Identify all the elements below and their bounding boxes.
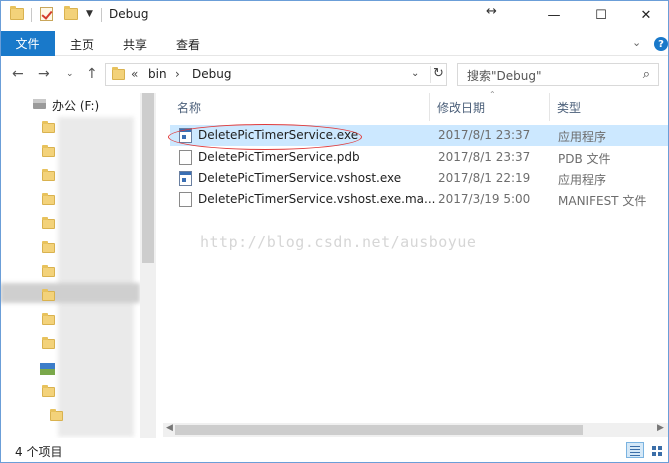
- file-modified: 2017/8/1 23:37: [438, 128, 531, 142]
- file-type: 应用程序: [558, 173, 607, 187]
- scroll-left-icon[interactable]: ◀: [166, 423, 173, 433]
- file-row[interactable]: DeletePicTimerService.pdb 2017/8/1 23:37…: [170, 147, 669, 168]
- drive-label: 办公 (F:): [52, 99, 100, 113]
- breadcrumb-overflow[interactable]: «: [131, 67, 138, 81]
- back-button[interactable]: ←: [12, 66, 24, 82]
- file-type: PDB 文件: [558, 152, 611, 166]
- item-count: 4 个项目: [15, 445, 63, 459]
- properties-icon[interactable]: [40, 7, 53, 21]
- folder-icon[interactable]: [42, 193, 55, 205]
- column-header-modified[interactable]: 修改日期: [437, 99, 485, 116]
- horizontal-scrollbar-thumb[interactable]: [175, 425, 583, 435]
- folder-icon[interactable]: [42, 385, 55, 397]
- column-header-type[interactable]: 类型: [557, 99, 581, 116]
- details-view-icon: [630, 446, 640, 447]
- quick-access-dropdown-icon[interactable]: ▼: [86, 9, 93, 19]
- close-button[interactable]: ✕: [623, 0, 669, 31]
- watermark: http://blog.csdn.net/ausboyue: [200, 233, 477, 251]
- highlight-circle: [168, 124, 362, 150]
- column-divider[interactable]: [429, 93, 430, 121]
- file-name: DeletePicTimerService.pdb: [198, 150, 360, 164]
- maximize-button[interactable]: ☐: [578, 0, 624, 31]
- folder-icon[interactable]: [42, 241, 55, 253]
- folder-icon[interactable]: [42, 169, 55, 181]
- file-type: MANIFEST 文件: [558, 194, 647, 208]
- search-input[interactable]: 搜索"Debug": [467, 67, 542, 84]
- file-modified: 2017/3/19 5:00: [438, 192, 531, 206]
- breadcrumb-separator[interactable]: ›: [175, 67, 180, 81]
- tab-file[interactable]: 文件: [0, 31, 55, 56]
- divider: [101, 8, 102, 22]
- tab-share[interactable]: 共享: [123, 36, 147, 53]
- nav-scrollbar[interactable]: [140, 93, 156, 438]
- file-row[interactable]: DeletePicTimerService.vshost.exe.ma... 2…: [170, 189, 669, 210]
- details-view-button[interactable]: [626, 442, 644, 458]
- drive-item[interactable]: 办公 (F:): [33, 97, 99, 114]
- refresh-icon[interactable]: ↻: [430, 66, 446, 83]
- ribbon: 文件 主页 共享 查看 ⌄ ?: [0, 31, 669, 56]
- drive-icon: [33, 99, 46, 109]
- folder-icon[interactable]: [42, 217, 55, 229]
- column-divider[interactable]: [549, 93, 550, 121]
- document-icon: [179, 192, 192, 207]
- folder-icon: [10, 6, 24, 20]
- blurred-folder-names: [58, 117, 134, 437]
- file-name: DeletePicTimerService.vshost.exe.ma...: [198, 192, 436, 206]
- folder-icon[interactable]: [42, 121, 55, 133]
- breadcrumb-bin[interactable]: bin: [148, 67, 167, 81]
- up-button[interactable]: ↑: [86, 66, 98, 82]
- search-box[interactable]: 搜索"Debug" ⌕: [457, 63, 659, 86]
- horizontal-scrollbar[interactable]: ◀ ▶: [163, 423, 669, 437]
- document-icon: [179, 150, 192, 165]
- scroll-right-icon[interactable]: ▶: [657, 423, 664, 433]
- forward-button[interactable]: →: [38, 66, 50, 82]
- minimize-button[interactable]: —: [531, 0, 577, 31]
- window-title: Debug: [109, 7, 149, 21]
- address-bar[interactable]: « bin › Debug ⌄ ↻: [105, 63, 447, 86]
- folder-icon[interactable]: [42, 265, 55, 277]
- large-icons-view-icon: [652, 446, 656, 450]
- breadcrumb-debug[interactable]: Debug: [192, 67, 231, 81]
- nav-scrollbar-thumb[interactable]: [142, 93, 154, 263]
- file-type: 应用程序: [558, 130, 607, 144]
- sort-indicator-icon: ⌃: [489, 90, 496, 99]
- exe-icon: [179, 171, 192, 186]
- folder-icon[interactable]: [50, 409, 63, 421]
- resize-cursor-icon: ↔: [486, 4, 497, 19]
- recent-locations-icon[interactable]: ⌄: [66, 69, 74, 79]
- expand-ribbon-icon[interactable]: ⌄: [632, 36, 641, 49]
- divider: [31, 8, 32, 22]
- folder-icon[interactable]: [42, 313, 55, 325]
- address-dropdown-icon[interactable]: ⌄: [411, 68, 419, 79]
- file-row[interactable]: DeletePicTimerService.vshost.exe 2017/8/…: [170, 168, 669, 189]
- new-folder-icon[interactable]: [64, 6, 78, 20]
- file-modified: 2017/8/1 22:19: [438, 171, 531, 185]
- folder-icon[interactable]: [42, 337, 55, 349]
- folder-icon: [112, 67, 125, 80]
- search-icon[interactable]: ⌕: [643, 67, 650, 82]
- navigation-pane: 办公 (F:): [0, 93, 156, 438]
- folder-icon[interactable]: [42, 145, 55, 157]
- tab-view[interactable]: 查看: [176, 36, 200, 53]
- folder-icon[interactable]: [42, 289, 55, 301]
- status-bar: 4 个项目: [0, 438, 669, 463]
- selected-folder-highlight: [0, 283, 140, 303]
- help-icon[interactable]: ?: [654, 37, 668, 51]
- large-icons-view-button[interactable]: [648, 442, 666, 458]
- file-name: DeletePicTimerService.vshost.exe: [198, 171, 402, 185]
- file-modified: 2017/8/1 23:37: [438, 150, 531, 164]
- image-folder-icon[interactable]: [40, 363, 55, 375]
- tab-home[interactable]: 主页: [70, 36, 94, 53]
- title-bar: ▼ Debug ↔ — ☐ ✕: [0, 0, 669, 32]
- column-header-name[interactable]: 名称: [177, 99, 201, 116]
